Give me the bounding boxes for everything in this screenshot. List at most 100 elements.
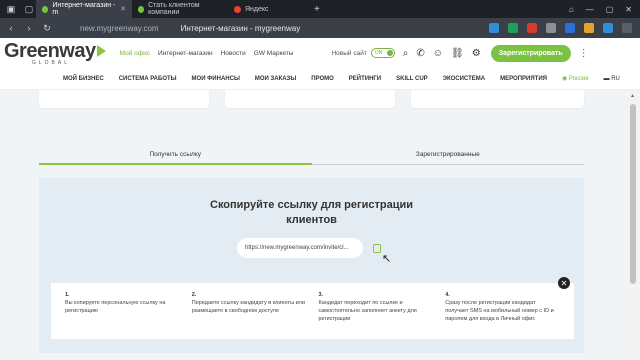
nav-skill-cup[interactable]: SKILL CUP [396, 76, 428, 82]
new-tab-icon[interactable]: + [314, 4, 320, 15]
address-bar: ‹ › ↻ new.mygreenway.com Интернет-магази… [0, 18, 640, 38]
tab-title: Яндекс [245, 5, 269, 13]
site-header: Greenway GLOBAL Мой офис Интернет-магази… [0, 38, 640, 68]
sidebar-toggle-icon[interactable]: ▣ [4, 2, 18, 16]
toggle-label: ON [374, 50, 383, 56]
extension-icon[interactable] [603, 23, 613, 33]
user-icon[interactable]: ☺ [433, 48, 443, 59]
region-label: Россия [568, 76, 589, 82]
logo-text: Greenway [4, 39, 96, 62]
register-button[interactable]: Зарегистрировать [490, 44, 571, 62]
extension-icon[interactable] [508, 23, 518, 33]
step-text: Кандидат переходит по ссылке и самостоят… [318, 300, 417, 322]
tab-overview-icon[interactable]: ▢ [22, 2, 36, 16]
top-nav: Мой офис Интернет-магазин Новости GW Мар… [120, 50, 294, 57]
scroll-up-icon[interactable]: ▲ [630, 93, 635, 99]
registration-tabs: Получить ссылку Зарегистрированные [39, 145, 584, 165]
nav-work-system[interactable]: СИСТЕМА РАБОТЫ [119, 76, 177, 82]
nav-my-office[interactable]: Мой офис [120, 50, 150, 57]
new-site-toggle-group: Новый сайт ON [331, 48, 395, 58]
step-number: 2. [191, 292, 197, 298]
extension-icon[interactable] [489, 23, 499, 33]
browser-tab-active[interactable]: Интернет-магазин - m ✕ [36, 0, 132, 18]
step-number: 3. [318, 292, 324, 298]
phone-icon[interactable]: ✆ [416, 48, 424, 59]
nav-news[interactable]: Новости [221, 50, 246, 57]
step-number: 1. [65, 292, 70, 298]
page-content: Получить ссылку Зарегистрированные Скопи… [0, 90, 626, 360]
browser-tab[interactable]: Стать клиентом компании [132, 0, 228, 18]
nav-promo[interactable]: ПРОМО [311, 76, 334, 82]
link-icon[interactable]: ⛓ [451, 48, 464, 59]
maximize-icon[interactable]: ▢ [606, 5, 614, 14]
extension-icon[interactable] [546, 23, 556, 33]
nav-gw-markets[interactable]: GW Маркеты [254, 50, 294, 57]
step-text: Передаете ссылку кандидату в клиенты или… [191, 300, 305, 314]
download-icon[interactable] [622, 23, 632, 33]
tab-registered[interactable]: Зарегистрированные [311, 145, 584, 165]
page-scrollbar[interactable]: ▲ [626, 90, 640, 360]
extension-icon[interactable] [565, 23, 575, 33]
language-selector[interactable]: ▬ RU [604, 76, 620, 82]
nav-my-finances[interactable]: МОИ ФИНАНСЫ [192, 76, 240, 82]
scroll-thumb[interactable] [630, 104, 636, 284]
logo-subtext: GLOBAL [32, 59, 71, 66]
search-icon[interactable]: ⌕ [403, 48, 409, 59]
step-text: Вы копируете персональную ссылку на реги… [65, 300, 166, 314]
greenway-favicon-icon [42, 5, 49, 13]
extension-icon[interactable] [527, 23, 537, 33]
nav-ratings[interactable]: РЕЙТИНГИ [349, 76, 381, 82]
card [411, 90, 584, 108]
bookmark-icon[interactable]: ⌂ [569, 5, 574, 14]
step-item: 2. Передаете ссылку кандидату в клиенты … [192, 291, 307, 331]
header-icons: ⌕ ✆ ☺ ⛓ ⚙ [403, 48, 481, 59]
nav-my-business[interactable]: МОЙ БИЗНЕС [63, 76, 104, 82]
steps-box: 1. Вы копируете персональную ссылку на р… [51, 283, 574, 339]
new-site-toggle[interactable]: ON [370, 48, 395, 58]
close-window-icon[interactable]: ✕ [625, 5, 632, 14]
nav-events[interactable]: МЕРОПРИЯТИЯ [500, 76, 547, 82]
logo-triangle-icon [96, 44, 106, 57]
close-tab-icon[interactable]: ✕ [120, 5, 126, 13]
url-field[interactable]: new.mygreenway.com [80, 24, 159, 33]
card [225, 90, 395, 108]
language-label: RU [611, 75, 620, 82]
registration-link-panel: Скопируйте ссылку для регистрации клиент… [39, 178, 584, 353]
invite-link-field[interactable]: https://new.mygreenway.com/invite/cl... [237, 238, 363, 258]
extensions-bar [489, 23, 640, 33]
forward-icon[interactable]: › [22, 21, 36, 35]
nav-my-orders[interactable]: МОИ ЗАКАЗЫ [255, 76, 296, 82]
yandex-favicon-icon [234, 5, 241, 13]
browser-tab-bar: ▣ ▢ Интернет-магазин - m ✕ Стать клиенто… [0, 0, 640, 18]
settings-icon[interactable]: ⚙ [472, 48, 481, 59]
region-selector[interactable]: ◉ Россия [562, 75, 589, 82]
step-item: 1. Вы копируете персональную ссылку на р… [65, 291, 180, 331]
greenway-logo[interactable]: Greenway GLOBAL [4, 41, 106, 66]
more-menu-icon[interactable]: ⋮ [579, 48, 589, 59]
link-row: https://new.mygreenway.com/invite/cl... [237, 238, 381, 258]
browser-tab[interactable]: Яндекс [228, 0, 308, 18]
panel-title-line2: клиентов [286, 214, 337, 226]
back-icon[interactable]: ‹ [4, 21, 18, 35]
nav-online-store[interactable]: Интернет-магазин [158, 50, 213, 57]
window-controls: ⌂ — ▢ ✕ [569, 5, 640, 14]
close-steps-icon[interactable]: ✕ [558, 277, 570, 289]
main-nav: МОЙ БИЗНЕС СИСТЕМА РАБОТЫ МОИ ФИНАНСЫ МО… [0, 68, 640, 90]
tab-get-link[interactable]: Получить ссылку [39, 145, 312, 165]
extension-icon[interactable] [584, 23, 594, 33]
card [39, 90, 209, 108]
minimize-icon[interactable]: — [586, 5, 594, 14]
tab-title: Интернет-магазин - m [52, 2, 116, 16]
step-item: 3. Кандидат переходит по ссылке и самост… [319, 291, 434, 331]
nav-ecosystem[interactable]: ЭКОСИСТЕМА [443, 76, 485, 82]
greenway-favicon-icon [138, 5, 145, 13]
step-item: 4. Сразу после регистрации кандидат полу… [445, 291, 560, 331]
step-number: 4. [445, 292, 450, 298]
cards-row [39, 90, 584, 108]
reload-icon[interactable]: ↻ [40, 21, 54, 35]
page-title: Интернет-магазин - mygreenway [180, 23, 301, 33]
panel-title: Скопируйте ссылку для регистрации клиент… [39, 198, 584, 228]
copy-icon[interactable] [373, 243, 381, 253]
new-site-label: Новый сайт [331, 49, 367, 57]
step-text: Сразу после регистрации кандидат получае… [445, 300, 554, 322]
